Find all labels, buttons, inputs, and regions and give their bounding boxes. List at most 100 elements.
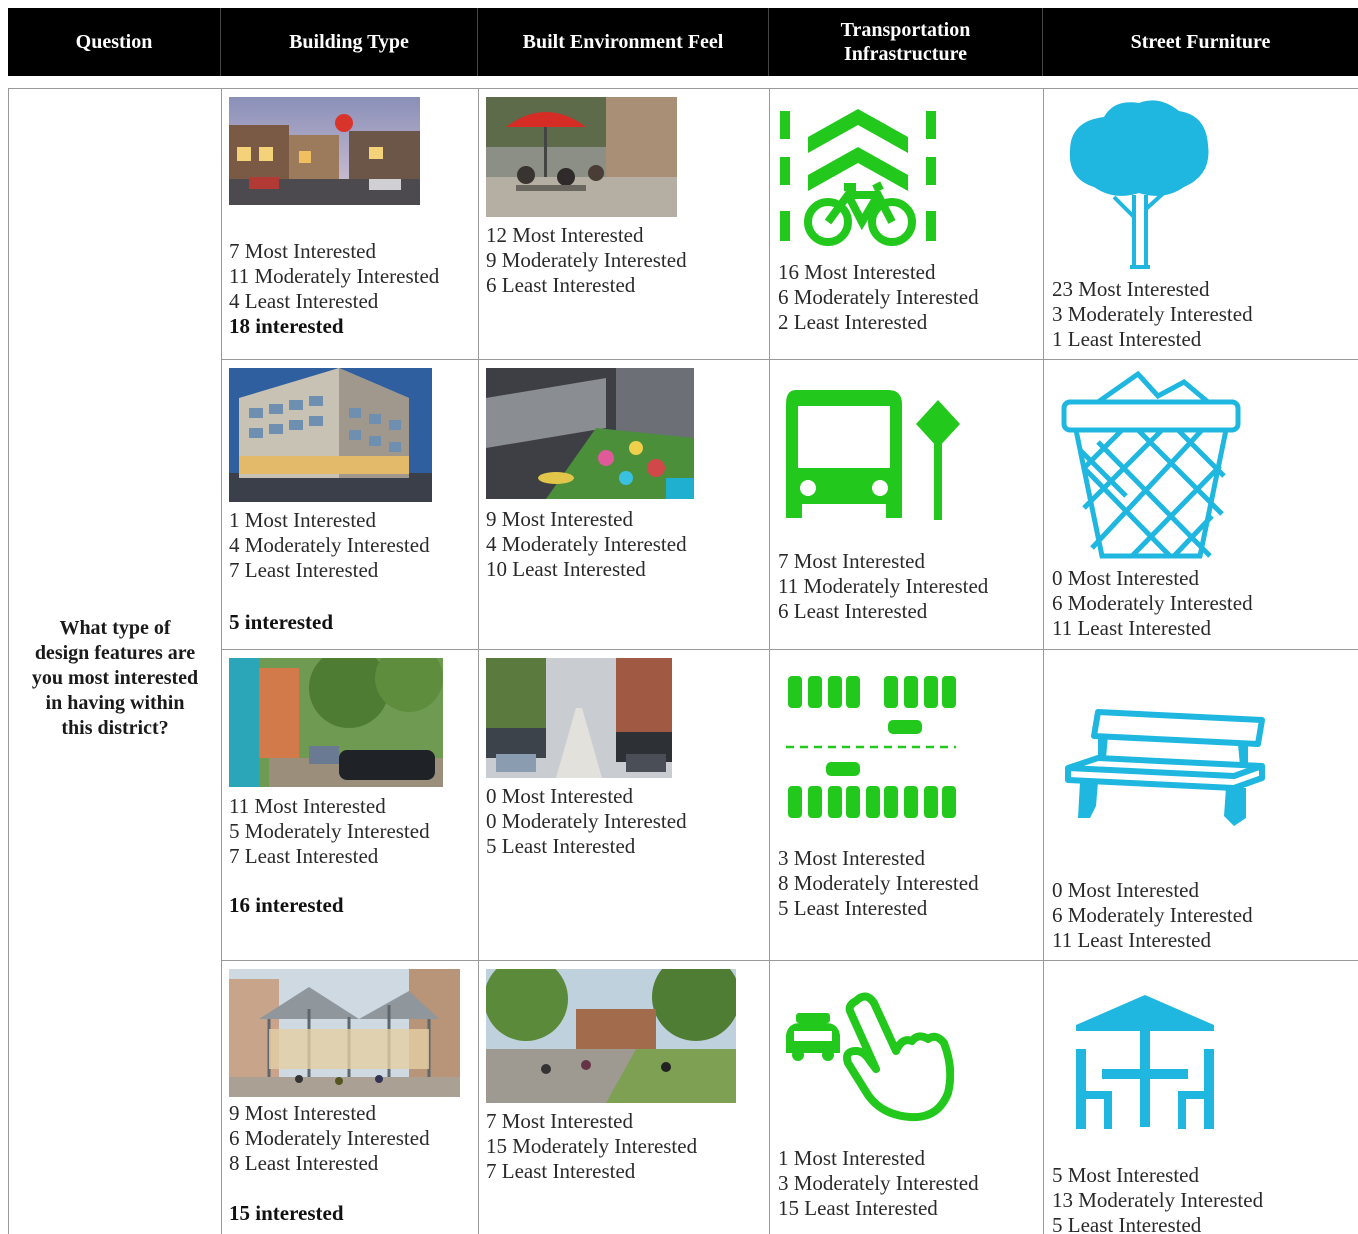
street-furniture-cell: 23 Most Interested 3 Moderately Interest… bbox=[1044, 89, 1358, 360]
moderately-interested: 0 Moderately Interested bbox=[486, 809, 687, 833]
total-interested: 15 interested bbox=[229, 1201, 344, 1225]
environment-stats: 12 Most Interested 9 Moderately Interest… bbox=[486, 223, 687, 298]
header-street-furniture: Street Furniture bbox=[1130, 31, 1271, 53]
transport-stats: 3 Most Interested 8 Moderately Intereste… bbox=[778, 846, 979, 921]
question-line: design features are bbox=[34, 641, 196, 664]
moderately-interested: 6 Moderately Interested bbox=[229, 1126, 430, 1150]
building-stats: 1 Most Interested 4 Moderately Intereste… bbox=[229, 508, 430, 583]
moderately-interested: 4 Moderately Interested bbox=[486, 532, 687, 556]
moderately-interested: 3 Moderately Interested bbox=[778, 1171, 979, 1195]
furniture-stats: 5 Most Interested 13 Moderately Interest… bbox=[1052, 1163, 1263, 1234]
most-interested: 12 Most Interested bbox=[486, 223, 644, 247]
furniture-stats: 0 Most Interested 6 Moderately Intereste… bbox=[1052, 566, 1253, 641]
header-transportation-line1: Transportation bbox=[840, 19, 971, 41]
street-furniture-cell: 5 Most Interested 13 Moderately Interest… bbox=[1044, 961, 1358, 1234]
mixed-use-apartment-photo bbox=[229, 368, 432, 502]
least-interested: 1 Least Interested bbox=[1052, 327, 1202, 351]
ride-hail-icon bbox=[778, 989, 954, 1123]
bus-stop-icon bbox=[778, 388, 963, 523]
transportation-cell: 3 Most Interested 8 Moderately Intereste… bbox=[770, 650, 1044, 961]
moderately-interested: 4 Moderately Interested bbox=[229, 533, 430, 557]
least-interested: 4 Least Interested bbox=[229, 289, 379, 313]
transport-stats: 16 Most Interested 6 Moderately Interest… bbox=[778, 260, 979, 335]
bike-lane-icon bbox=[778, 107, 938, 247]
least-interested: 5 Least Interested bbox=[778, 896, 928, 920]
environment-stats: 7 Most Interested 15 Moderately Interest… bbox=[486, 1109, 697, 1184]
building-type-cell: 9 Most Interested 6 Moderately Intereste… bbox=[222, 961, 479, 1234]
most-interested: 7 Most Interested bbox=[778, 549, 925, 573]
built-environment-cell: 0 Most Interested 0 Moderately Intereste… bbox=[479, 650, 770, 961]
tree-lined-street-photo bbox=[229, 658, 443, 787]
question-line: this district? bbox=[61, 716, 169, 739]
most-interested: 3 Most Interested bbox=[778, 846, 925, 870]
least-interested: 6 Least Interested bbox=[486, 273, 636, 297]
total-interested: 18 interested bbox=[229, 314, 344, 338]
bench-icon bbox=[1058, 706, 1268, 831]
question-line: in having within bbox=[45, 691, 185, 714]
transportation-cell: 16 Most Interested 6 Moderately Interest… bbox=[770, 89, 1044, 360]
least-interested: 6 Least Interested bbox=[778, 599, 928, 623]
header-built-environment: Built Environment Feel bbox=[478, 8, 769, 76]
market-hall-rendering-photo bbox=[229, 969, 460, 1097]
moderately-interested: 15 Moderately Interested bbox=[486, 1134, 698, 1158]
building-stats: 7 Most Interested 11 Moderately Interest… bbox=[229, 239, 439, 314]
outdoor-patio-dining-photo bbox=[486, 97, 677, 217]
least-interested: 7 Least Interested bbox=[486, 1159, 636, 1183]
plaza-rendering-photo bbox=[486, 368, 694, 499]
transportation-cell: 7 Most Interested 11 Moderately Interest… bbox=[770, 360, 1044, 650]
most-interested: 1 Most Interested bbox=[778, 1146, 925, 1170]
transportation-cell: 1 Most Interested 3 Moderately Intereste… bbox=[770, 961, 1044, 1234]
moderately-interested: 11 Moderately Interested bbox=[229, 264, 440, 288]
least-interested: 2 Least Interested bbox=[778, 310, 928, 334]
least-interested: 15 Least Interested bbox=[778, 1196, 938, 1220]
most-interested: 0 Most Interested bbox=[1052, 566, 1199, 590]
least-interested: 8 Least Interested bbox=[229, 1151, 379, 1175]
question-cell: What type of design features are you mos… bbox=[9, 89, 222, 1234]
question-text: What type of design features are you mos… bbox=[32, 616, 198, 741]
most-interested: 0 Most Interested bbox=[486, 784, 633, 808]
moderately-interested: 13 Moderately Interested bbox=[1052, 1188, 1264, 1212]
least-interested: 11 Least Interested bbox=[1052, 616, 1211, 640]
least-interested: 7 Least Interested bbox=[229, 558, 379, 582]
residential-street-photo bbox=[486, 658, 672, 778]
built-environment-cell: 12 Most Interested 9 Moderately Interest… bbox=[479, 89, 770, 360]
total-interested: 16 interested bbox=[229, 893, 344, 917]
most-interested: 1 Most Interested bbox=[229, 508, 376, 532]
most-interested: 23 Most Interested bbox=[1052, 277, 1210, 301]
building-stats: 11 Most Interested 5 Moderately Interest… bbox=[229, 794, 430, 869]
built-environment-cell: 9 Most Interested 4 Moderately Intereste… bbox=[479, 360, 770, 650]
least-interested: 7 Least Interested bbox=[229, 844, 379, 868]
building-stats: 9 Most Interested 6 Moderately Intereste… bbox=[229, 1101, 430, 1176]
header-transportation: Transportation Infrastructure bbox=[769, 8, 1043, 76]
tree-icon bbox=[1064, 97, 1214, 272]
building-type-cell: 1 Most Interested 4 Moderately Intereste… bbox=[222, 360, 479, 650]
trash-can-icon bbox=[1058, 368, 1244, 563]
parking-lot-icon bbox=[780, 672, 960, 822]
most-interested: 9 Most Interested bbox=[486, 507, 633, 531]
least-interested: 5 Least Interested bbox=[1052, 1213, 1202, 1234]
transport-stats: 7 Most Interested 11 Moderately Interest… bbox=[778, 549, 988, 624]
most-interested: 7 Most Interested bbox=[486, 1109, 633, 1133]
main-street-storefronts-photo bbox=[229, 97, 420, 205]
least-interested: 10 Least Interested bbox=[486, 557, 646, 581]
most-interested: 16 Most Interested bbox=[778, 260, 936, 284]
street-furniture-cell: 0 Most Interested 6 Moderately Intereste… bbox=[1044, 360, 1358, 650]
question-line: What type of bbox=[59, 616, 171, 639]
question-line: you most interested bbox=[31, 666, 199, 689]
header-building-type: Building Type bbox=[221, 8, 478, 76]
moderately-interested: 3 Moderately Interested bbox=[1052, 302, 1253, 326]
least-interested: 5 Least Interested bbox=[486, 834, 636, 858]
table-header: Question Building Type Built Environment… bbox=[8, 8, 1358, 76]
green-streetscape-photo bbox=[486, 969, 736, 1103]
moderately-interested: 11 Moderately Interested bbox=[778, 574, 989, 598]
header-question: Question bbox=[8, 8, 221, 76]
total-interested: 5 interested bbox=[229, 610, 334, 634]
building-type-cell: 7 Most Interested 11 Moderately Interest… bbox=[222, 89, 479, 360]
moderately-interested: 6 Moderately Interested bbox=[1052, 903, 1253, 927]
least-interested: 11 Least Interested bbox=[1052, 928, 1211, 952]
survey-table: What type of design features are you mos… bbox=[8, 88, 1358, 1234]
environment-stats: 0 Most Interested 0 Moderately Intereste… bbox=[486, 784, 687, 859]
moderately-interested: 6 Moderately Interested bbox=[1052, 591, 1253, 615]
furniture-stats: 23 Most Interested 3 Moderately Interest… bbox=[1052, 277, 1253, 352]
environment-stats: 9 Most Interested 4 Moderately Intereste… bbox=[486, 507, 687, 582]
